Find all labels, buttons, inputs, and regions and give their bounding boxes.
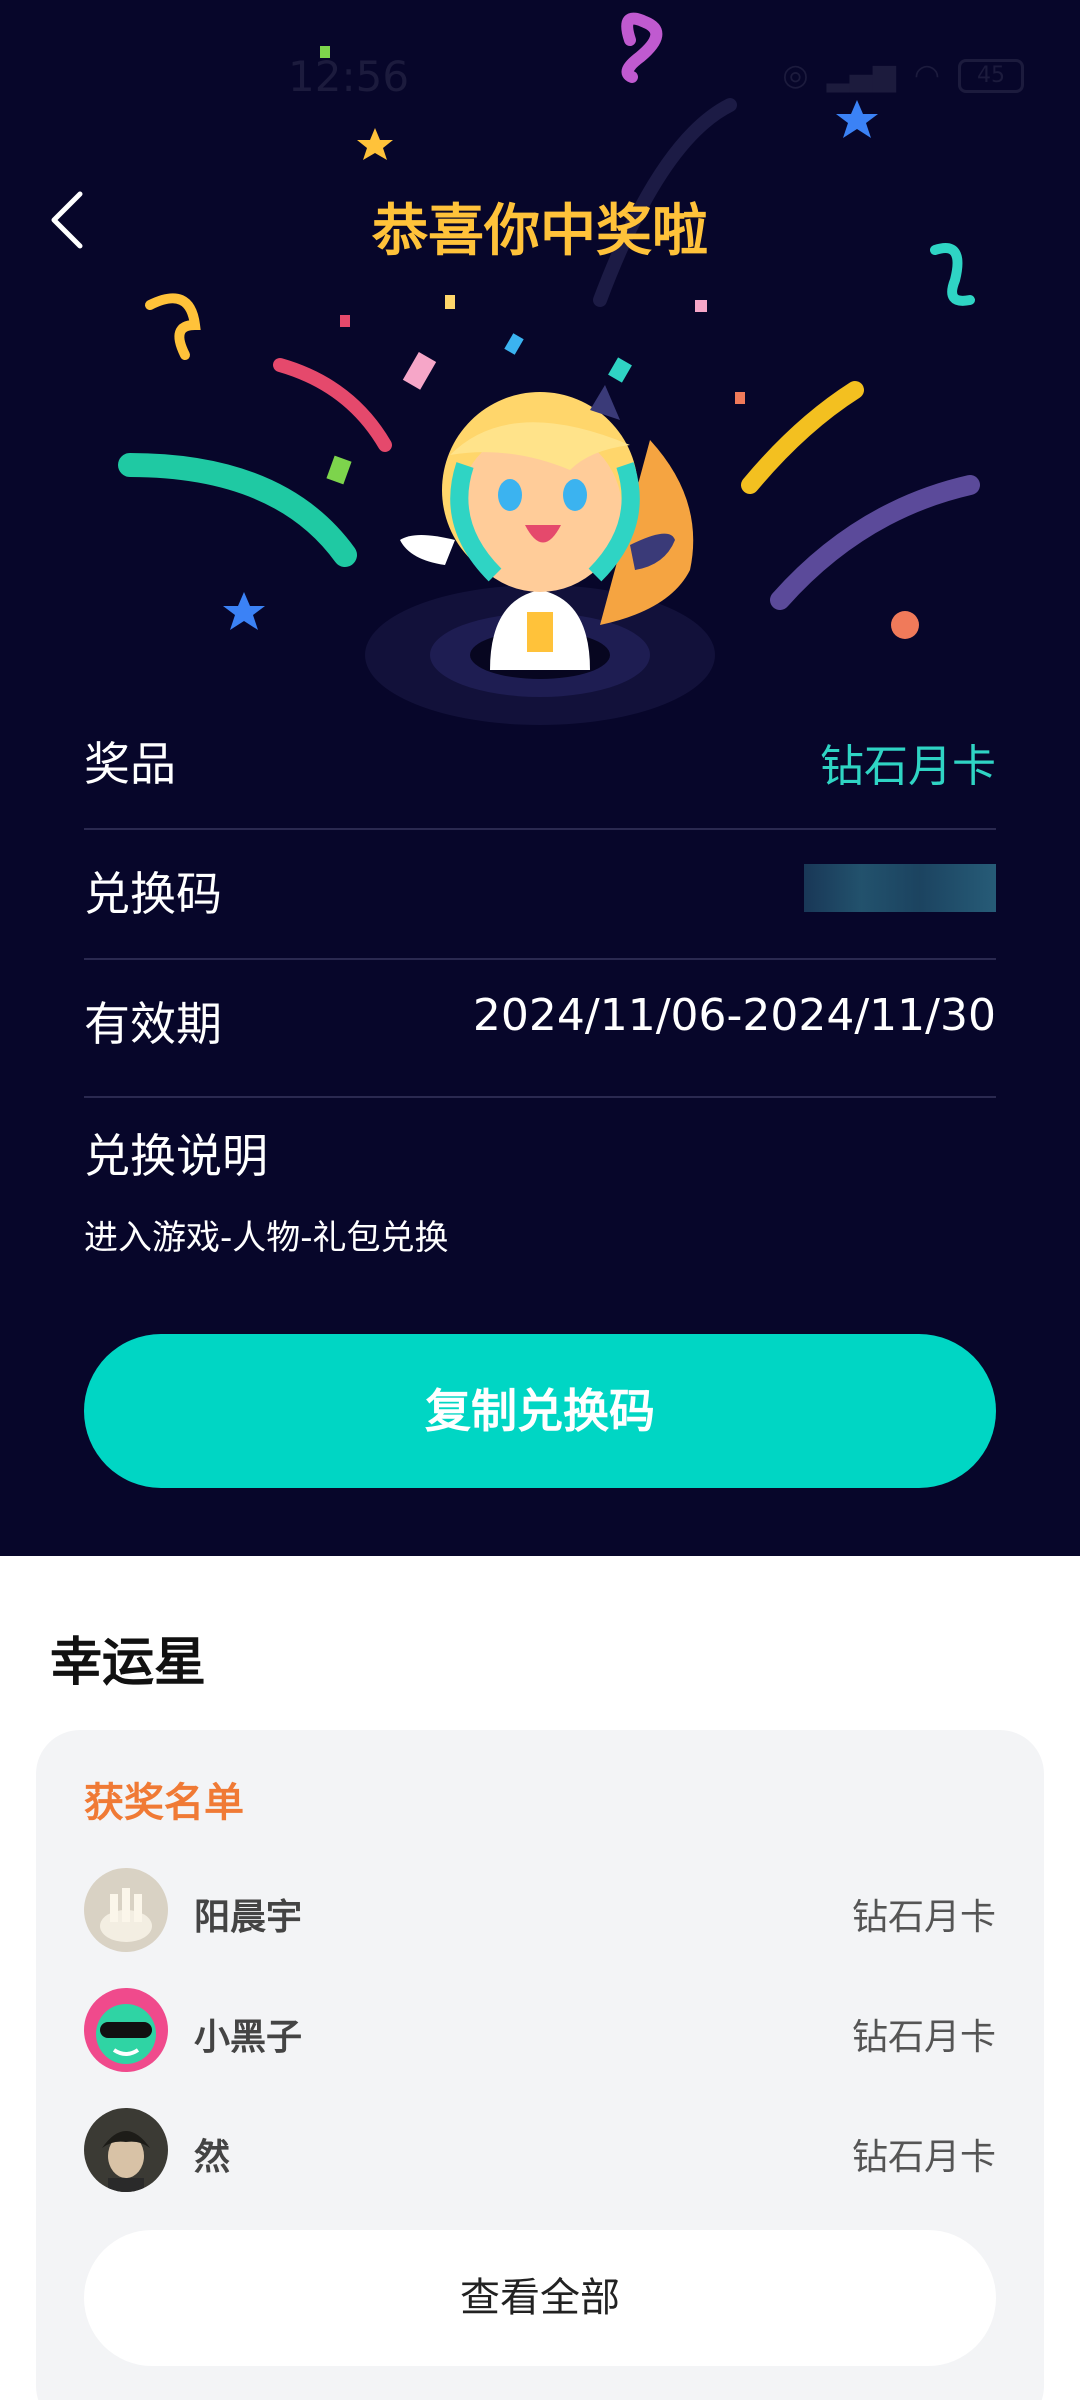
- lucky-section-title: 幸运星: [50, 1633, 207, 1693]
- celebration-illustration: [118, 12, 980, 725]
- list-item: 小黑子 钻石月卡: [84, 1988, 996, 2072]
- winner-name: 阳晨宇: [194, 1897, 303, 1938]
- validity-label: 有效期: [84, 997, 222, 1051]
- redeem-code-redacted: [804, 864, 996, 912]
- winners-card: 获奖名单 阳晨宇 钻石月卡 小黑子 钻石月卡 然 钻石月卡 查看全部: [36, 1730, 1044, 2400]
- winners-list-title: 获奖名单: [84, 1780, 244, 1826]
- validity-value: 2024/11/06-2024/11/30: [472, 990, 996, 1041]
- instructions-label: 兑换说明: [84, 1129, 268, 1183]
- list-item: 阳晨宇 钻石月卡: [84, 1868, 996, 1952]
- avatar: [84, 2108, 168, 2192]
- page-title: 恭喜你中奖啦: [372, 199, 708, 264]
- view-all-button[interactable]: 查看全部: [84, 2230, 996, 2366]
- prize-value: 钻石月卡: [820, 741, 996, 792]
- alarm-icon: ◎: [782, 58, 809, 93]
- avatar: [84, 1868, 168, 1952]
- signal-icon: ▂▄▆: [826, 58, 896, 93]
- winner-prize: 钻石月卡: [851, 2137, 996, 2178]
- status-icons: ◎ ▂▄▆ ◠ 45: [782, 58, 1024, 93]
- prize-details: 奖品 钻石月卡 兑换码 有效期 2024/11/06-2024/11/30: [84, 700, 996, 1098]
- avatar: [84, 1988, 168, 2072]
- prize-row: 奖品 钻石月卡: [84, 700, 996, 830]
- status-bar: 12:56 ◎ ▂▄▆ ◠ 45: [0, 52, 1080, 112]
- winner-prize: 钻石月卡: [851, 1897, 996, 1938]
- winner-prize: 钻石月卡: [851, 2017, 996, 2058]
- winner-name: 小黑子: [194, 2017, 303, 2058]
- code-label: 兑换码: [84, 867, 222, 921]
- battery-icon: 45: [958, 58, 1024, 93]
- list-item: 然 钻石月卡: [84, 2108, 996, 2192]
- instructions-text: 进入游戏-人物-礼包兑换: [84, 1218, 449, 1258]
- wifi-icon: ◠: [913, 58, 940, 93]
- status-time: 12:56: [288, 52, 410, 101]
- winner-name: 然: [194, 2137, 231, 2178]
- prize-label: 奖品: [84, 737, 176, 791]
- copy-code-button[interactable]: 复制兑换码: [84, 1334, 996, 1488]
- prize-panel: 12:56 ◎ ▂▄▆ ◠ 45 恭喜你中奖啦 奖品 钻石月卡 兑换码 有效期 …: [0, 0, 1080, 1556]
- validity-row: 有效期 2024/11/06-2024/11/30: [84, 960, 996, 1098]
